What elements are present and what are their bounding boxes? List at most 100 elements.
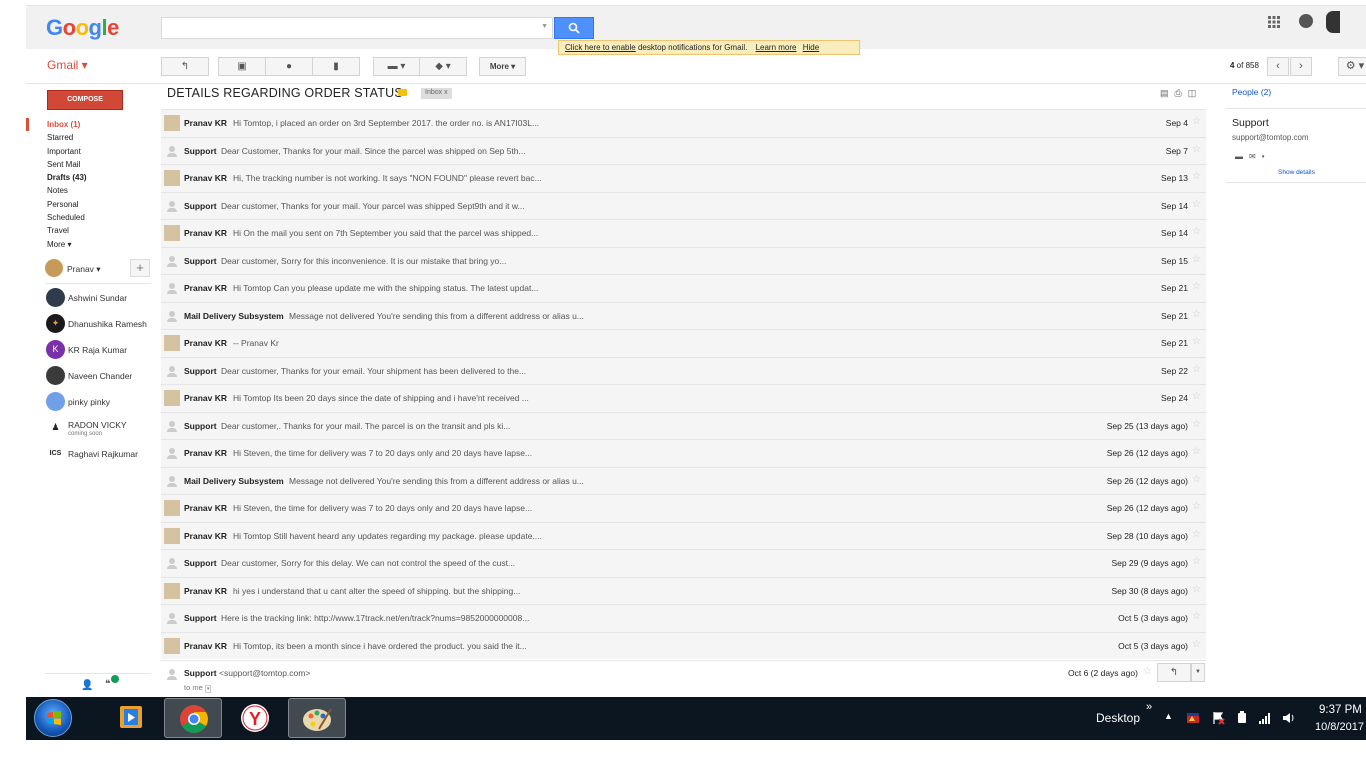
taskbar-media-player[interactable] — [102, 698, 160, 738]
clock-time[interactable]: 9:37 PM — [1319, 704, 1362, 716]
print-icon[interactable]: ⎙ — [1175, 88, 1188, 98]
sidebar-item-scheduled[interactable]: Scheduled — [26, 211, 156, 224]
compose-button[interactable]: COMPOSE — [47, 90, 123, 110]
sidebar-item-travel[interactable]: Travel — [26, 224, 156, 237]
table-row[interactable]: Pranav KR Hi Steven, the time for deliver… — [161, 439, 1206, 467]
hangouts-icon[interactable]: ❝ — [105, 679, 110, 690]
table-row[interactable]: Support Dear customer, Thanks for your ma… — [161, 191, 1206, 219]
message-sender[interactable]: Support — [184, 668, 217, 678]
newer-button[interactable]: ‹ — [1267, 57, 1289, 76]
contact-item[interactable]: pinky pinky — [45, 392, 155, 414]
star-icon[interactable]: ☆ — [1143, 666, 1152, 677]
back-button[interactable]: ↰ — [162, 58, 208, 75]
sidebar-item-important[interactable]: Important — [26, 145, 156, 158]
people-link[interactable]: People (2) — [1232, 87, 1271, 97]
email-icon[interactable]: ✉ — [1249, 152, 1262, 161]
more-icon[interactable]: • — [1262, 152, 1271, 161]
delete-button[interactable]: ▮ — [313, 58, 359, 75]
star-icon[interactable]: ☆ — [1192, 171, 1201, 182]
clock-date[interactable]: 10/8/2017 — [1315, 721, 1364, 733]
hangouts-user-name[interactable]: Pranav ▾ — [67, 264, 101, 275]
star-icon[interactable]: ☆ — [1192, 281, 1201, 292]
table-row[interactable]: Support Here is the tracking link: http:/… — [161, 604, 1206, 632]
power-icon[interactable] — [1235, 711, 1249, 725]
taskbar-yandex[interactable]: Y — [226, 698, 284, 738]
recipient-summary[interactable]: to me ▾ — [184, 683, 212, 693]
gmail-switcher[interactable]: Gmail ▾ — [47, 58, 88, 72]
settings-button[interactable]: ⚙ ▾ — [1338, 57, 1366, 76]
star-icon[interactable]: ☆ — [1192, 419, 1201, 430]
table-row[interactable]: Support Dear customer, Thanks for your em… — [161, 356, 1206, 384]
star-icon[interactable]: ☆ — [1192, 226, 1201, 237]
account-avatar[interactable] — [1326, 11, 1340, 33]
star-icon[interactable]: ☆ — [1192, 116, 1201, 127]
toolbar-expand-icon[interactable]: » — [1146, 701, 1152, 713]
table-row[interactable]: Pranav KR Hi On the mail you sent on 7th … — [161, 219, 1206, 247]
action-center-icon[interactable] — [1211, 711, 1225, 725]
show-details-link[interactable]: Show details — [1278, 169, 1315, 176]
table-row[interactable]: Pranav KR Hi Tomtop, i placed an order on… — [161, 109, 1206, 137]
star-icon[interactable]: ☆ — [1192, 501, 1201, 512]
start-button[interactable] — [34, 699, 72, 737]
expand-all-icon[interactable]: ▤ — [1160, 88, 1175, 98]
sidebar-item-personal[interactable]: Personal — [26, 198, 156, 211]
sidebar-item-inbox[interactable]: Inbox (1) — [26, 118, 156, 132]
network-signal-icon[interactable] — [1258, 711, 1272, 725]
taskbar-chrome[interactable] — [164, 698, 222, 738]
star-icon[interactable]: ☆ — [1192, 584, 1201, 595]
table-row[interactable]: Pranav KR Hi Tomtop Still havent heard an… — [161, 521, 1206, 549]
sidebar-item-notes[interactable]: Notes — [26, 184, 156, 197]
search-options-caret-icon[interactable]: ▼ — [541, 23, 548, 30]
star-icon[interactable]: ☆ — [1192, 199, 1201, 210]
show-hidden-icons-icon[interactable]: ▲ — [1164, 711, 1173, 721]
star-icon[interactable]: ☆ — [1192, 446, 1201, 457]
star-icon[interactable]: ☆ — [1192, 336, 1201, 347]
new-window-icon[interactable]: ◫ — [1188, 88, 1203, 98]
report-spam-button[interactable]: ● — [266, 58, 313, 75]
taskbar-paint[interactable] — [288, 698, 346, 738]
older-button[interactable]: › — [1290, 57, 1312, 76]
archive-button[interactable]: ▣ — [219, 58, 266, 75]
move-to-button[interactable]: ▬ ▾ — [374, 58, 420, 75]
enable-notifications-link[interactable]: Click here to enable — [565, 43, 636, 52]
star-icon[interactable]: ☆ — [1192, 144, 1201, 155]
sidebar-item-sent-mail[interactable]: Sent Mail — [26, 158, 156, 171]
sidebar-item-starred[interactable]: Starred — [26, 131, 156, 144]
table-row[interactable]: Pranav KR Hi, The tracking number is not … — [161, 164, 1206, 192]
reply-button[interactable]: ↰ — [1157, 663, 1191, 682]
learn-more-link[interactable]: Learn more — [756, 43, 797, 52]
table-row[interactable]: Mail Delivery Subsystem Message not deliv… — [161, 301, 1206, 329]
table-row[interactable]: Support Dear customer, Sorry for this del… — [161, 549, 1206, 577]
table-row[interactable]: Pranav KR Hi Steven, the time for deliver… — [161, 494, 1206, 522]
contact-item[interactable]: ✦ Dhanushika Ramesh — [45, 314, 155, 336]
inbox-label-chip[interactable]: Inbox x — [421, 88, 452, 99]
sidebar-item-drafts[interactable]: Drafts (43) — [26, 171, 156, 184]
table-row[interactable]: Pranav KR Hi Tomtop Can you please update… — [161, 274, 1206, 302]
recipient-details-icon[interactable]: ▾ — [204, 685, 212, 693]
volume-icon[interactable] — [1282, 711, 1296, 725]
sidebar-item-more[interactable]: More ▾ — [26, 238, 156, 251]
table-row[interactable]: Pranav KR Hi Tomtop Its been 20 days sinc… — [161, 384, 1206, 412]
flag-tray-icon[interactable] — [1186, 711, 1200, 725]
table-row[interactable]: Mail Delivery Subsystem Message not deliv… — [161, 466, 1206, 494]
star-icon[interactable]: ☆ — [1192, 309, 1201, 320]
contact-item[interactable]: ICS Raghavi Rajkumar — [45, 444, 155, 466]
table-row[interactable]: Pranav KR Hi Tomtop, its been a month sin… — [161, 631, 1206, 659]
star-icon[interactable]: ☆ — [1192, 611, 1201, 622]
contact-item[interactable]: Naveen Chander — [45, 366, 155, 388]
google-logo[interactable]: Google — [46, 15, 119, 41]
star-icon[interactable]: ☆ — [1192, 254, 1201, 265]
star-icon[interactable]: ☆ — [1192, 474, 1201, 485]
hangout-icon[interactable]: ▬ — [1235, 152, 1249, 161]
table-row[interactable]: Support Dear customer,. Thanks for your m… — [161, 411, 1206, 439]
hide-link[interactable]: Hide — [803, 43, 819, 52]
table-row[interactable]: Pranav KR -- Pranav Kr Sep 21 ☆ — [161, 329, 1206, 357]
star-icon[interactable]: ☆ — [1192, 364, 1201, 375]
notifications-icon[interactable] — [1299, 14, 1313, 28]
person-icon[interactable]: 👤 — [81, 680, 93, 691]
more-button[interactable]: More ▾ — [480, 58, 525, 75]
more-actions-button[interactable]: ▼ — [1191, 663, 1205, 682]
table-row[interactable]: Support Dear Customer, Thanks for your ma… — [161, 136, 1206, 164]
apps-grid-icon[interactable] — [1268, 16, 1280, 28]
new-hangout-button[interactable]: + — [130, 259, 150, 277]
